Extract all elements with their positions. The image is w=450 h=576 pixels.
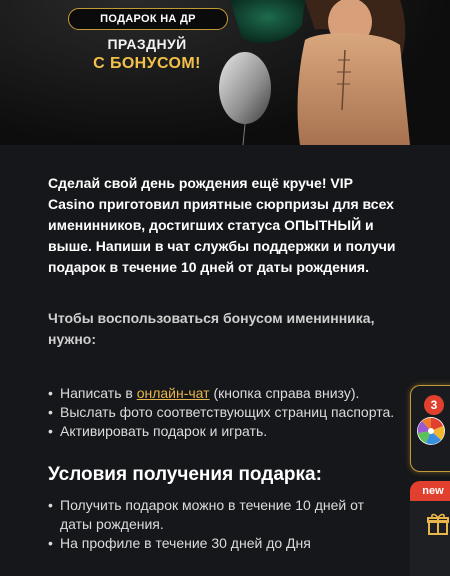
intro-text: Сделай свой день рождения ещё круче! VIP… (48, 175, 396, 275)
bonus-subheading: Чтобы воспользоваться бонусом именинника… (48, 310, 375, 347)
banner-illustration (219, 0, 410, 145)
new-gift-widget[interactable]: new (410, 481, 450, 576)
step1-text-before: Написать в (60, 385, 137, 401)
list-item: На профиле в течение 30 дней до Дня (48, 534, 398, 553)
banner-title-line2: С БОНУСОМ! (93, 55, 201, 72)
new-badge: new (410, 481, 450, 501)
fortune-wheel-icon (417, 417, 445, 445)
article-content: Сделай свой день рождения ещё круче! VIP… (48, 145, 398, 553)
list-item: Получить подарок можно в течение 10 дней… (48, 496, 398, 534)
list-item: Написать в онлайн-чат (кнопка справа вни… (48, 384, 398, 403)
promo-banner: ПОДАРОК НА ДР ПРАЗДНУЙ С БОНУСОМ! (0, 0, 450, 145)
step1-text-after: (кнопка справа внизу). (209, 385, 360, 401)
fortune-wheel-widget[interactable]: 3 (410, 385, 450, 472)
bonus-steps-list: Написать в онлайн-чат (кнопка справа вни… (48, 384, 398, 441)
list-item: Выслать фото соответствующих страниц пас… (48, 403, 398, 422)
conditions-list: Получить подарок можно в течение 10 дней… (48, 496, 398, 553)
gift-icon (427, 513, 449, 535)
banner-title-line1: ПРАЗДНУЙ (107, 36, 187, 52)
list-item: Активировать подарок и играть. (48, 422, 398, 441)
online-chat-link[interactable]: онлайн-чат (137, 385, 210, 401)
conditions-heading: Условия получения подарка: (48, 464, 322, 485)
banner-badge: ПОДАРОК НА ДР (68, 8, 228, 30)
notification-count-badge: 3 (424, 395, 444, 415)
